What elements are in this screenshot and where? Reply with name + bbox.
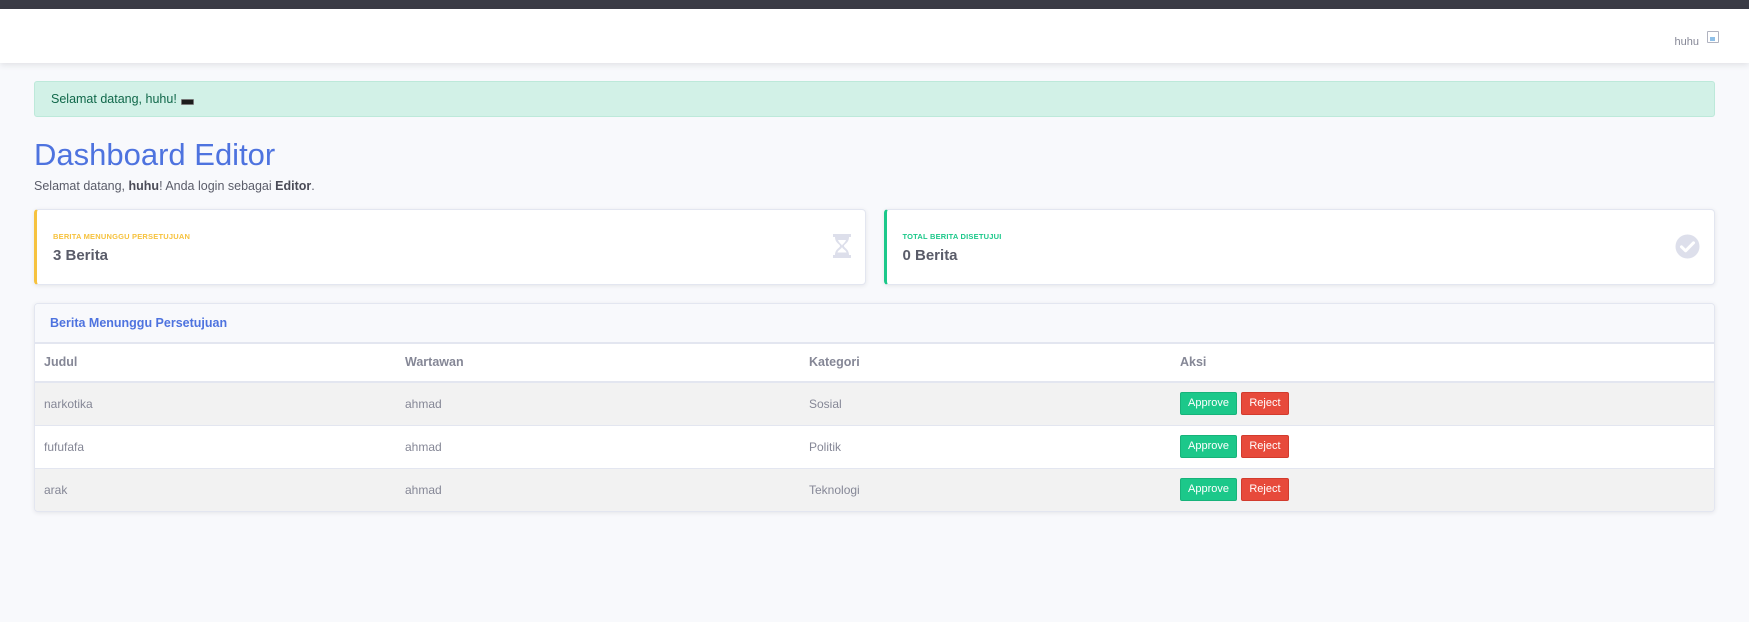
- user-dropdown[interactable]: huhu: [1675, 31, 1719, 48]
- reject-button[interactable]: Reject: [1241, 435, 1289, 459]
- cell-aksi: Approve Reject: [1171, 381, 1714, 426]
- column-header-aksi: Aksi: [1171, 343, 1714, 383]
- alert-close-button[interactable]: [180, 99, 194, 105]
- cell-judul: arak: [35, 467, 396, 511]
- approve-button[interactable]: Approve: [1180, 435, 1237, 459]
- cell-judul: fufufafa: [35, 424, 396, 469]
- cell-kategori: Sosial: [800, 381, 1171, 426]
- table-row: fufufafa ahmad Politik Approve Reject: [35, 424, 1714, 469]
- column-header-judul: Judul: [35, 343, 396, 383]
- page-title: Dashboard Editor: [34, 137, 276, 172]
- approved-news-card: TOTAL BERITA DISETUJUI 0 Berita: [883, 208, 1715, 285]
- panel-title: Berita Menunggu Persetujuan: [35, 303, 1714, 344]
- alert-message: Selamat datang, huhu!: [51, 92, 177, 106]
- subtitle-role: Editor: [275, 178, 312, 193]
- column-header-wartawan: Wartawan: [396, 343, 800, 383]
- cell-judul: narkotika: [35, 381, 396, 426]
- card-value: 3 Berita: [53, 246, 109, 264]
- main-content: Selamat datang, huhu! Dashboard Editor S…: [0, 63, 1749, 512]
- hourglass-icon: [832, 233, 851, 263]
- welcome-alert: Selamat datang, huhu!: [34, 81, 1715, 117]
- reject-button[interactable]: Reject: [1241, 478, 1289, 502]
- approve-button[interactable]: Approve: [1180, 392, 1237, 416]
- username-label[interactable]: huhu: [1675, 36, 1699, 48]
- approve-button[interactable]: Approve: [1180, 478, 1237, 502]
- column-header-kategori: Kategori: [800, 343, 1171, 383]
- cell-kategori: Politik: [800, 424, 1171, 469]
- cell-wartawan: ahmad: [396, 424, 800, 469]
- topbar: huhu: [0, 9, 1749, 63]
- stat-cards: BERITA MENUNGGU PERSETUJUAN 3 Berita TOT…: [34, 208, 1715, 285]
- subtitle-username: huhu: [128, 178, 160, 193]
- table-header-row: Judul Wartawan Kategori Aksi: [35, 343, 1714, 383]
- pending-news-table: Judul Wartawan Kategori Aksi narkotika a…: [35, 343, 1714, 511]
- top-strip: [0, 0, 1749, 9]
- table-row: narkotika ahmad Sosial Approve Reject: [35, 381, 1714, 426]
- table-row: arak ahmad Teknologi Approve Reject: [35, 467, 1714, 511]
- card-label: TOTAL BERITA DISETUJUI: [902, 231, 1002, 241]
- pending-news-card: BERITA MENUNGGU PERSETUJUAN 3 Berita: [34, 208, 866, 285]
- cell-wartawan: ahmad: [396, 467, 800, 511]
- cell-aksi: Approve Reject: [1171, 467, 1714, 511]
- pending-news-panel: Berita Menunggu Persetujuan Judul Wartaw…: [34, 302, 1715, 512]
- card-label: BERITA MENUNGGU PERSETUJUAN: [53, 231, 191, 241]
- check-circle-icon: [1675, 234, 1700, 264]
- avatar[interactable]: [1707, 31, 1719, 43]
- cell-wartawan: ahmad: [396, 381, 800, 426]
- cell-aksi: Approve Reject: [1171, 424, 1714, 469]
- reject-button[interactable]: Reject: [1241, 392, 1289, 416]
- page-subtitle: Selamat datang, huhu! Anda login sebagai…: [34, 178, 315, 193]
- cell-kategori: Teknologi: [800, 467, 1171, 511]
- card-value: 0 Berita: [902, 246, 958, 264]
